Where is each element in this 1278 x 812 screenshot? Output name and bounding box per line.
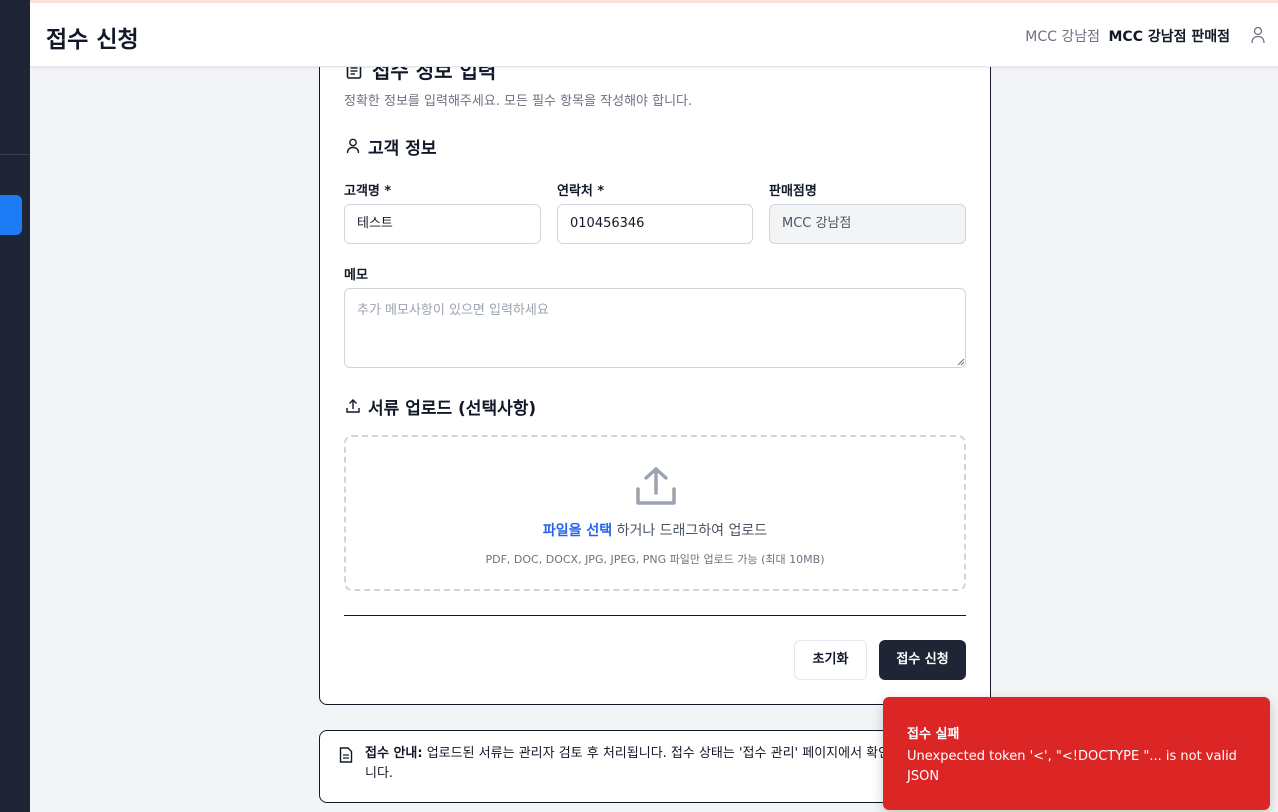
- reset-button[interactable]: 초기화: [794, 640, 867, 680]
- header: 접수 신청 MCC 강남점 MCC 강남점 판매점: [30, 3, 1278, 67]
- upload-icon: [346, 399, 360, 413]
- file-dropzone[interactable]: 파일을 선택 하거나 드래그하여 업로드 PDF, DOC, DOCX, JPG…: [344, 435, 966, 591]
- memo-label: 메모: [344, 268, 368, 283]
- upload-cloud-icon: [636, 467, 676, 505]
- header-store-user: MCC 강남점 판매점: [1108, 29, 1230, 45]
- registration-form-card: 접수 정보 입력 정확한 정보를 입력해주세요. 모든 필수 항목을 작성해야 …: [319, 40, 991, 705]
- form-subheading: 정확한 정보를 입력해주세요. 모든 필수 항목을 작성해야 합니다.: [344, 94, 693, 109]
- toast-title: 접수 실패: [907, 727, 960, 742]
- notice-text: 접수 안내: 업로드된 서류는 관리자 검토 후 처리됩니다. 접수 상태는 '…: [365, 744, 965, 784]
- sidebar-divider: [0, 154, 30, 155]
- toast-message: Unexpected token '<', "<!DOCTYPE "... is…: [907, 749, 1237, 784]
- person-icon: [346, 138, 360, 154]
- dropzone-instruction: 파일을 선택 하거나 드래그하여 업로드: [346, 520, 964, 540]
- page-title: 접수 신청: [46, 27, 139, 53]
- customer-section-title: 고객 정보: [368, 139, 437, 159]
- customer-name-input[interactable]: 테스트: [344, 204, 541, 244]
- name-label: 고객명 *: [344, 184, 392, 199]
- resize-grip-icon[interactable]: [957, 358, 965, 366]
- dropzone-instruction-text: 하거나 드래그하여 업로드: [612, 523, 768, 539]
- select-file-link[interactable]: 파일을 선택: [543, 523, 612, 539]
- form-divider: [344, 615, 966, 616]
- error-toast[interactable]: 접수 실패 Unexpected token '<', "<!DOCTYPE "…: [883, 697, 1270, 810]
- phone-label: 연락처 *: [557, 184, 605, 199]
- notice-title: 접수 안내:: [365, 746, 423, 761]
- header-store: MCC 강남점: [1025, 29, 1100, 45]
- submit-button[interactable]: 접수 신청: [879, 640, 966, 680]
- store-label: 판매점명: [769, 184, 817, 199]
- document-icon: [339, 747, 353, 763]
- phone-input[interactable]: 010456346: [557, 204, 753, 244]
- notice-body: 업로드된 서류는 관리자 검토 후 처리됩니다. 접수 상태는 '접수 관리' …: [365, 746, 959, 781]
- sidebar: [0, 0, 30, 812]
- user-icon[interactable]: [1250, 26, 1266, 44]
- sidebar-active-item[interactable]: [0, 195, 22, 235]
- store-name-field: MCC 강남점: [769, 204, 966, 244]
- memo-textarea[interactable]: 추가 메모사항이 있으면 입력하세요: [344, 288, 966, 368]
- upload-section-title: 서류 업로드 (선택사항): [368, 399, 537, 419]
- dropzone-hint: PDF, DOC, DOCX, JPG, JPEG, PNG 파일만 업로드 가…: [485, 553, 825, 566]
